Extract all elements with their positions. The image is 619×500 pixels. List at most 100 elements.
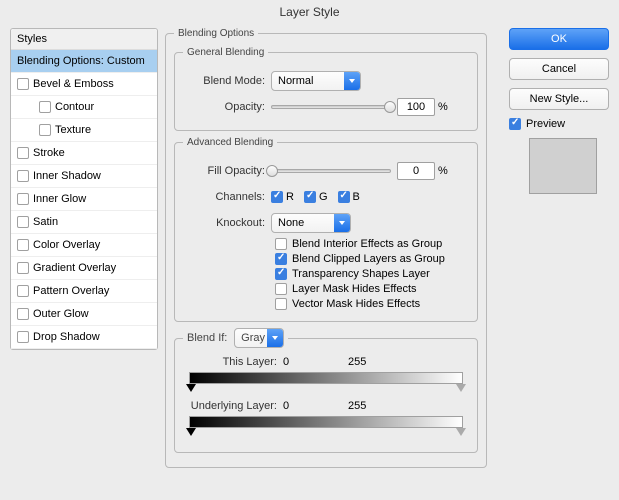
style-checkbox[interactable] [17, 331, 29, 343]
blend-mode-select[interactable]: Normal [271, 71, 361, 91]
option-label: Layer Mask Hides Effects [292, 283, 417, 295]
option-checkbox[interactable] [275, 238, 287, 250]
option-checkbox[interactable] [275, 268, 287, 280]
channel-checkbox[interactable] [338, 191, 350, 203]
style-label: Texture [55, 124, 91, 136]
fill-opacity-slider-thumb[interactable] [266, 165, 278, 177]
styles-panel: Styles Blending Options: CustomBevel & E… [10, 28, 158, 350]
style-checkbox[interactable] [39, 124, 51, 136]
styles-item[interactable]: Inner Shadow [11, 165, 157, 188]
knockout-select[interactable]: None [271, 213, 351, 233]
style-checkbox[interactable] [17, 78, 29, 90]
channel-checkbox[interactable] [271, 191, 283, 203]
opacity-input[interactable] [397, 98, 435, 116]
general-blending-legend: General Blending [183, 47, 268, 58]
preview-label: Preview [526, 118, 565, 130]
option-checkbox[interactable] [275, 283, 287, 295]
chevron-down-icon [344, 72, 360, 90]
style-checkbox[interactable] [17, 239, 29, 251]
underlying-label: Underlying Layer: [183, 400, 283, 412]
blend-if-select[interactable]: Gray [234, 328, 284, 348]
style-checkbox[interactable] [17, 262, 29, 274]
styles-item[interactable]: Drop Shadow [11, 326, 157, 349]
style-checkbox[interactable] [17, 170, 29, 182]
style-checkbox[interactable] [39, 101, 51, 113]
advanced-blending-group: Advanced Blending Fill Opacity: % Channe… [174, 137, 478, 322]
option-label: Blend Interior Effects as Group [292, 238, 442, 250]
style-label: Blending Options: Custom [17, 55, 145, 67]
opacity-label: Opacity: [183, 101, 271, 113]
opacity-unit: % [438, 101, 448, 113]
preview-swatch [529, 138, 597, 194]
blending-options-legend: Blending Options [174, 28, 258, 39]
style-label: Inner Glow [33, 193, 86, 205]
triangle-icon[interactable] [186, 384, 196, 392]
triangle-icon[interactable] [456, 428, 466, 436]
option-label: Blend Clipped Layers as Group [292, 253, 445, 265]
window-title: Layer Style [0, 0, 619, 24]
underlying-low: 0 [283, 400, 348, 412]
channel-label: R [286, 191, 294, 203]
blending-options-group: Blending Options General Blending Blend … [165, 28, 487, 468]
styles-item[interactable]: Inner Glow [11, 188, 157, 211]
style-checkbox[interactable] [17, 285, 29, 297]
styles-item[interactable]: Outer Glow [11, 303, 157, 326]
style-checkbox[interactable] [17, 193, 29, 205]
styles-item[interactable]: Color Overlay [11, 234, 157, 257]
chevron-down-icon [334, 214, 350, 232]
general-blending-group: General Blending Blend Mode: Normal Opac… [174, 47, 478, 131]
blend-mode-value: Normal [278, 75, 313, 87]
advanced-blending-legend: Advanced Blending [183, 137, 277, 148]
styles-item[interactable]: Stroke [11, 142, 157, 165]
channels-label: Channels: [183, 191, 271, 203]
style-checkbox[interactable] [17, 147, 29, 159]
style-label: Bevel & Emboss [33, 78, 114, 90]
cancel-button[interactable]: Cancel [509, 58, 609, 80]
fill-opacity-input[interactable] [397, 162, 435, 180]
triangle-icon[interactable] [186, 428, 196, 436]
styles-item[interactable]: Blending Options: Custom [11, 50, 157, 73]
knockout-value: None [278, 217, 304, 229]
style-label: Contour [55, 101, 94, 113]
fill-opacity-label: Fill Opacity: [183, 165, 271, 177]
this-layer-gradient[interactable] [189, 372, 463, 386]
styles-item[interactable]: Satin [11, 211, 157, 234]
styles-item[interactable]: Contour [11, 96, 157, 119]
style-label: Pattern Overlay [33, 285, 109, 297]
opacity-slider[interactable] [271, 105, 391, 109]
channel-label: B [353, 191, 360, 203]
ok-button[interactable]: OK [509, 28, 609, 50]
style-checkbox[interactable] [17, 216, 29, 228]
this-layer-label: This Layer: [183, 356, 283, 368]
triangle-icon[interactable] [456, 384, 466, 392]
blend-if-label: Blend If: [187, 332, 227, 344]
knockout-label: Knockout: [183, 217, 271, 229]
channel-label: G [319, 191, 328, 203]
option-label: Vector Mask Hides Effects [292, 298, 420, 310]
blend-if-legend: Blend If: Gray [183, 328, 288, 348]
styles-item[interactable]: Bevel & Emboss [11, 73, 157, 96]
right-panel: OK Cancel New Style... Preview [509, 28, 609, 194]
style-label: Stroke [33, 147, 65, 159]
option-checkbox[interactable] [275, 298, 287, 310]
styles-item[interactable]: Gradient Overlay [11, 257, 157, 280]
opacity-slider-thumb[interactable] [384, 101, 396, 113]
styles-item[interactable]: Pattern Overlay [11, 280, 157, 303]
option-label: Transparency Shapes Layer [292, 268, 430, 280]
style-checkbox[interactable] [17, 308, 29, 320]
channel-checkbox[interactable] [304, 191, 316, 203]
chevron-down-icon [267, 329, 283, 347]
underlying-gradient[interactable] [189, 416, 463, 430]
blend-if-value: Gray [241, 332, 265, 344]
style-label: Outer Glow [33, 308, 89, 320]
style-label: Inner Shadow [33, 170, 101, 182]
preview-checkbox[interactable] [509, 118, 521, 130]
new-style-button[interactable]: New Style... [509, 88, 609, 110]
blend-mode-label: Blend Mode: [183, 75, 271, 87]
style-label: Gradient Overlay [33, 262, 116, 274]
style-label: Satin [33, 216, 58, 228]
fill-opacity-slider[interactable] [271, 169, 391, 173]
styles-item[interactable]: Texture [11, 119, 157, 142]
option-checkbox[interactable] [275, 253, 287, 265]
blend-if-group: Blend If: Gray This Layer: 0 255 Underly… [174, 328, 478, 453]
